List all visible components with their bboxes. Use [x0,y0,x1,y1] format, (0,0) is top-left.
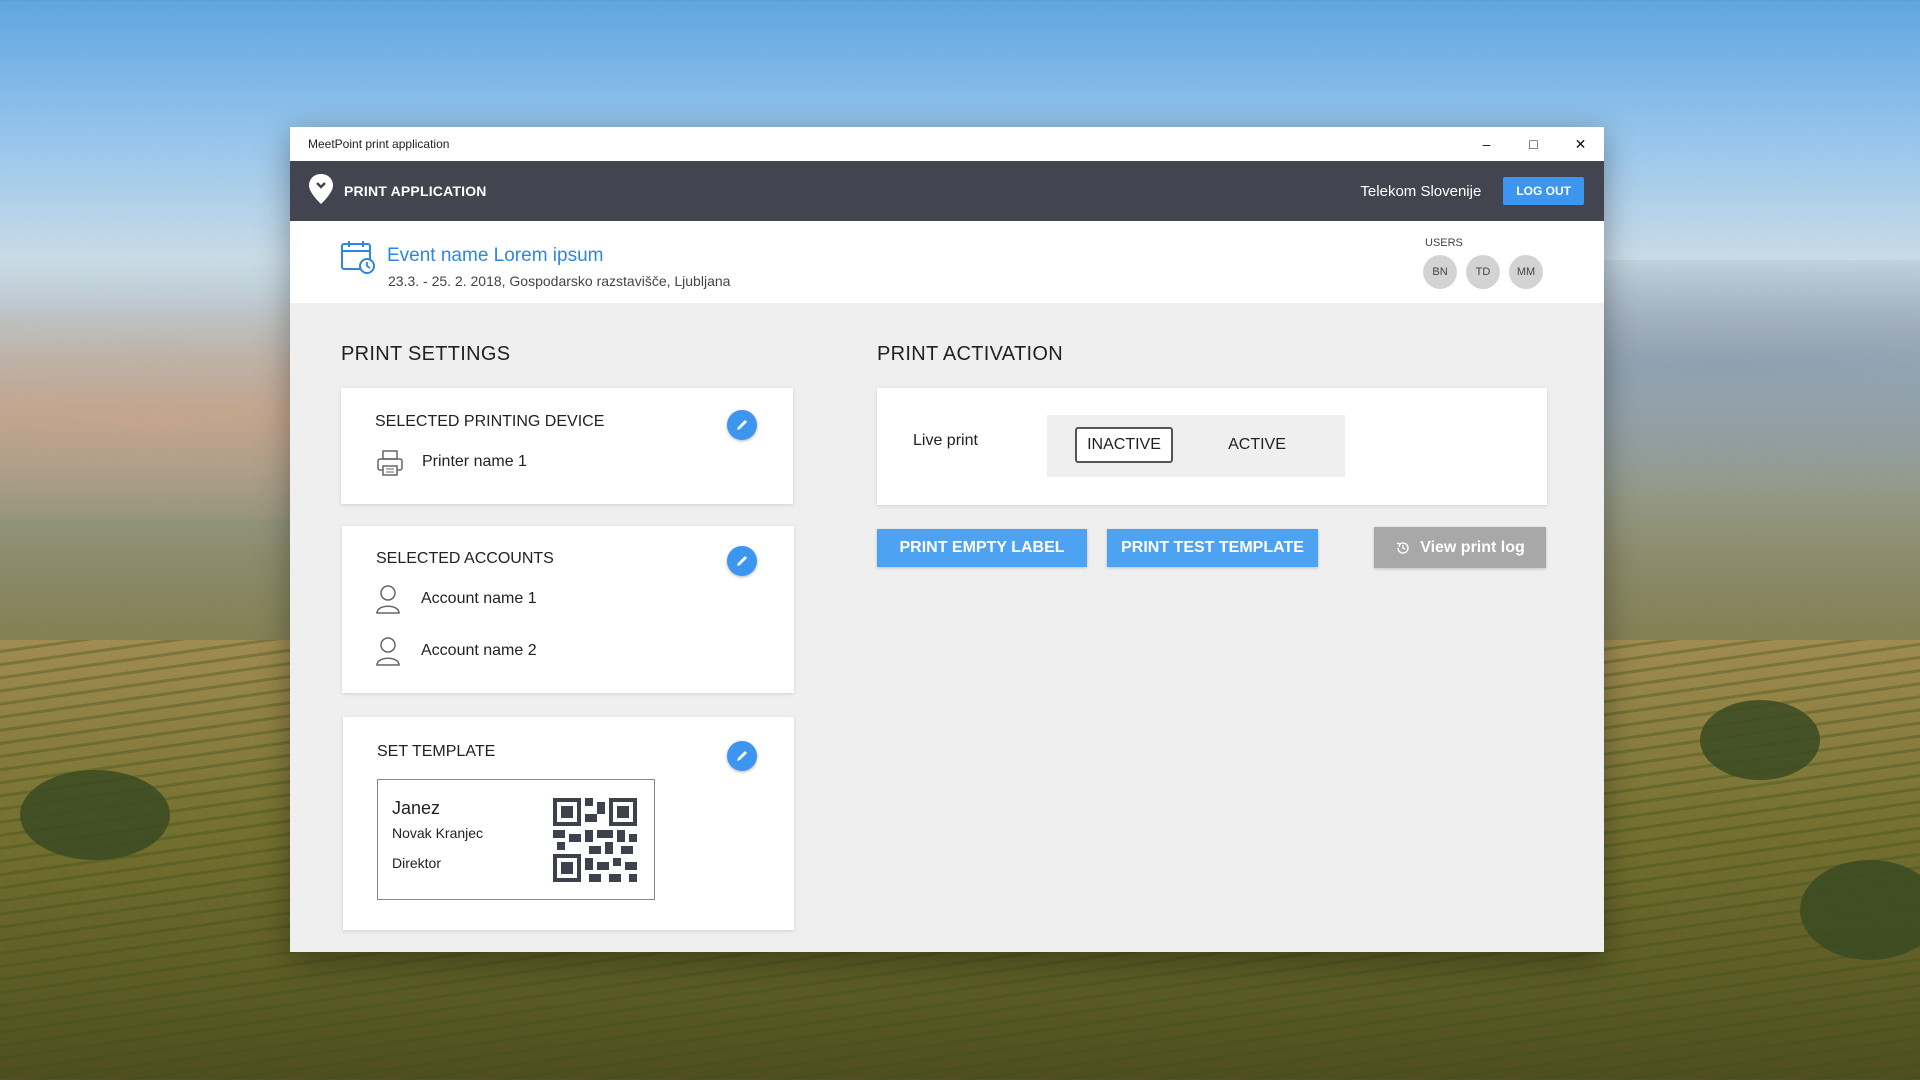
qr-code-icon [553,798,637,887]
live-print-card: Live print INACTIVE ACTIVE [877,388,1547,505]
printer-icon [375,448,405,483]
event-title[interactable]: Event name Lorem ipsum [387,245,604,267]
app-window: MeetPoint print application – □ ✕ PRINT … [290,127,1604,952]
template-position: Direktor [392,855,442,871]
view-print-log-label: View print log [1420,538,1525,556]
print-activation-title: PRINT ACTIVATION [877,343,1063,365]
minimize-icon[interactable]: – [1463,127,1510,161]
calendar-clock-icon [340,239,376,280]
inactive-option[interactable]: INACTIVE [1075,427,1173,463]
template-first-name: Janez [392,798,441,818]
event-subtitle: 23.3. - 25. 2. 2018, Gospodarsko razstav… [388,273,731,289]
maximize-icon[interactable]: □ [1510,127,1557,161]
logout-button[interactable]: LOG OUT [1503,177,1584,205]
set-template-card: SET TEMPLATE Janez Novak Kranjec Direkto… [343,717,794,930]
avatar[interactable]: BN [1423,255,1457,289]
view-print-log-button[interactable]: View print log [1374,527,1546,568]
close-icon[interactable]: ✕ [1557,127,1604,161]
user-avatars: BN TD MM [1423,255,1552,289]
print-settings-title: PRINT SETTINGS [341,343,511,365]
pencil-icon [737,420,747,430]
selected-accounts-title: SELECTED ACCOUNTS [376,550,554,567]
printing-device-title: SELECTED PRINTING DEVICE [375,413,605,430]
template-last-name: Novak Kranjec [392,825,484,841]
app-header: PRINT APPLICATION Telekom Slovenije LOG … [290,161,1604,221]
location-pin-logo-icon [308,173,334,210]
pencil-icon [737,751,747,761]
organization-name: Telekom Slovenije [1360,182,1482,200]
users-label: USERS [1425,237,1463,249]
user-icon [375,635,401,672]
template-preview[interactable]: Janez Novak Kranjec Direktor [377,779,655,900]
background-tree [20,770,170,860]
edit-device-button[interactable] [727,410,757,440]
printer-name: Printer name 1 [422,453,527,470]
background-tree [1700,700,1820,780]
live-print-label: Live print [913,432,978,449]
active-option[interactable]: ACTIVE [1207,427,1307,463]
edit-accounts-button[interactable] [727,546,757,576]
title-bar: MeetPoint print application – □ ✕ [290,127,1604,161]
edit-template-button[interactable] [727,741,757,771]
print-test-template-button[interactable]: PRINT TEST TEMPLATE [1107,529,1318,567]
user-icon [375,583,401,620]
avatar[interactable]: TD [1466,255,1500,289]
printing-device-card: SELECTED PRINTING DEVICE Printer name 1 [341,388,793,504]
set-template-title: SET TEMPLATE [377,743,496,760]
live-print-toggle: INACTIVE ACTIVE [1047,415,1345,477]
selected-accounts-card: SELECTED ACCOUNTS Account name 1 Account… [342,526,794,693]
app-brand-title: PRINT APPLICATION [344,183,487,199]
account-name: Account name 2 [421,642,537,659]
history-icon [1395,540,1411,556]
window-title: MeetPoint print application [308,137,450,151]
pencil-icon [737,556,747,566]
account-name: Account name 1 [421,590,537,607]
event-header: Event name Lorem ipsum 23.3. - 25. 2. 20… [290,221,1604,303]
avatar[interactable]: MM [1509,255,1543,289]
print-empty-label-button[interactable]: PRINT EMPTY LABEL [877,529,1087,567]
